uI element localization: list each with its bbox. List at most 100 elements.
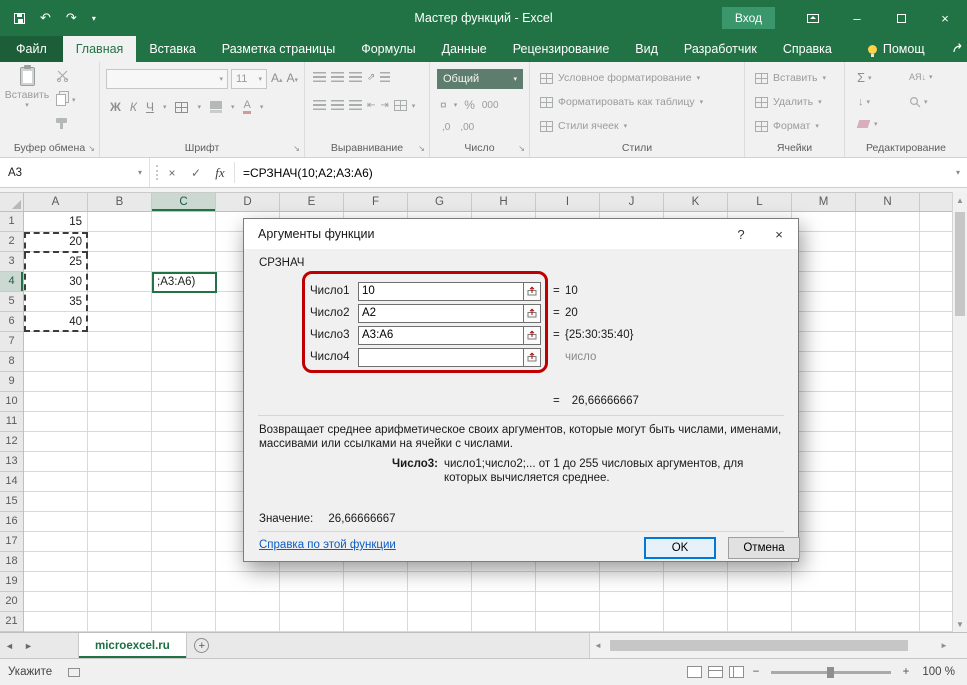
insert-function-icon[interactable]: fx xyxy=(208,158,232,187)
view-page-break-icon[interactable] xyxy=(729,666,744,678)
row-header[interactable]: 8 xyxy=(0,352,23,372)
shrink-font-button[interactable]: А▾ xyxy=(287,71,299,85)
font-color-dropdown-icon[interactable]: ▾ xyxy=(260,103,264,111)
tab-review[interactable]: Рецензирование xyxy=(500,36,623,62)
arg2-input[interactable] xyxy=(358,304,524,323)
grow-font-button[interactable]: А▴ xyxy=(271,71,283,85)
maximize-button[interactable] xyxy=(879,0,923,36)
borders-icon[interactable] xyxy=(175,102,188,113)
conditional-formatting-button[interactable]: Условное форматирование ▾ xyxy=(540,72,700,84)
column-header-j[interactable]: J xyxy=(600,193,664,211)
row-header[interactable]: 16 xyxy=(0,512,23,532)
row-header[interactable]: 17 xyxy=(0,532,23,552)
format-painter-button[interactable] xyxy=(56,118,67,123)
increase-decimal-icon[interactable]: ,0 xyxy=(442,122,450,133)
arg3-collapse-dialog-icon[interactable] xyxy=(524,326,541,345)
vertical-scrollbar[interactable]: ▲ ▼ xyxy=(952,192,967,632)
arg2-collapse-dialog-icon[interactable] xyxy=(524,304,541,323)
row-header[interactable]: 15 xyxy=(0,492,23,512)
cell-a2[interactable]: 20 xyxy=(24,232,85,252)
align-center-icon[interactable] xyxy=(331,100,344,111)
tab-data[interactable]: Данные xyxy=(429,36,500,62)
font-size-combo[interactable]: 11 ▾ xyxy=(231,69,267,89)
align-bottom-icon[interactable] xyxy=(349,72,362,83)
tell-me-box[interactable]: Помощ xyxy=(855,36,938,62)
row-header[interactable]: 4 xyxy=(0,272,23,292)
formula-bar-grip[interactable] xyxy=(152,165,158,180)
sheet-nav-left-icon[interactable]: ◄ xyxy=(0,633,19,658)
sheet-tab-active[interactable]: microexcel.ru xyxy=(78,633,187,658)
increase-indent-icon[interactable]: ⇥ xyxy=(380,100,388,111)
scroll-right-icon[interactable]: ► xyxy=(936,641,952,650)
row-header[interactable]: 3 xyxy=(0,252,23,272)
name-box[interactable]: A3 ▾ xyxy=(0,158,150,187)
tab-home[interactable]: Главная xyxy=(63,36,137,62)
scroll-up-icon[interactable]: ▲ xyxy=(953,192,967,208)
zoom-slider-thumb[interactable] xyxy=(827,667,834,678)
cell-a3[interactable]: 25 xyxy=(24,252,85,272)
bold-button[interactable]: Ж xyxy=(110,100,121,114)
redo-icon[interactable]: ↷ xyxy=(66,10,77,26)
font-dialog-launcher-icon[interactable]: ↘ xyxy=(293,144,300,153)
row-header[interactable]: 7 xyxy=(0,332,23,352)
tab-view[interactable]: Вид xyxy=(622,36,671,62)
arg4-input[interactable] xyxy=(358,348,524,367)
row-header[interactable]: 10 xyxy=(0,392,23,412)
underline-dropdown-icon[interactable]: ▾ xyxy=(163,103,167,111)
align-top-icon[interactable] xyxy=(313,72,326,83)
formula-input[interactable]: =СРЗНАЧ(10;A2;A3:A6) xyxy=(237,158,949,187)
column-header-g[interactable]: G xyxy=(408,193,472,211)
share-button[interactable]: Поделиться xyxy=(938,36,967,62)
horizontal-scroll-track[interactable] xyxy=(608,640,934,651)
format-cells-button[interactable]: Формат ▾ xyxy=(755,120,819,132)
ribbon-display-options-icon[interactable] xyxy=(791,0,835,36)
row-header[interactable]: 9 xyxy=(0,372,23,392)
cell-styles-button[interactable]: Стили ячеек ▾ xyxy=(540,120,627,132)
italic-button[interactable]: К xyxy=(130,100,137,114)
column-header-h[interactable]: H xyxy=(472,193,536,211)
add-sheet-button[interactable]: + xyxy=(187,633,217,658)
formula-bar-expand-icon[interactable]: ▾ xyxy=(949,158,967,187)
arg3-input[interactable] xyxy=(358,326,524,345)
font-color-icon[interactable]: А xyxy=(243,100,250,114)
decrease-indent-icon[interactable]: ⇤ xyxy=(367,100,375,111)
tab-formulas[interactable]: Формулы xyxy=(348,36,428,62)
column-header-f[interactable]: F xyxy=(344,193,408,211)
row-header[interactable]: 19 xyxy=(0,572,23,592)
zoom-level[interactable]: 100 % xyxy=(915,666,967,678)
save-icon[interactable] xyxy=(14,13,25,24)
cell-a1[interactable]: 15 xyxy=(24,212,85,232)
column-header-i[interactable]: I xyxy=(536,193,600,211)
horizontal-scroll-thumb[interactable] xyxy=(610,640,908,651)
name-box-dropdown-icon[interactable]: ▾ xyxy=(131,168,149,177)
view-normal-icon[interactable] xyxy=(687,666,702,678)
column-header-d[interactable]: D xyxy=(216,193,280,211)
ok-button[interactable]: OK xyxy=(644,537,716,559)
accounting-dropdown-icon[interactable]: ▾ xyxy=(454,101,458,109)
percent-style-icon[interactable]: % xyxy=(464,98,475,112)
insert-cells-button[interactable]: Вставить ▾ xyxy=(755,72,826,84)
function-help-link[interactable]: Справка по этой функции xyxy=(259,539,396,551)
row-header[interactable]: 2 xyxy=(0,232,23,252)
clear-button[interactable]: ▾ xyxy=(858,120,878,128)
tab-page-layout[interactable]: Разметка страницы xyxy=(209,36,348,62)
fill-color-icon[interactable] xyxy=(210,101,222,109)
cell-a5[interactable]: 35 xyxy=(24,292,85,312)
column-header-m[interactable]: M xyxy=(792,193,856,211)
arg4-collapse-dialog-icon[interactable] xyxy=(524,348,541,367)
scroll-left-icon[interactable]: ◄ xyxy=(590,641,606,650)
alignment-dialog-launcher-icon[interactable]: ↘ xyxy=(418,144,425,153)
merge-center-icon[interactable] xyxy=(394,100,407,111)
delete-cells-button[interactable]: Удалить ▾ xyxy=(755,96,822,108)
cell-a6[interactable]: 40 xyxy=(24,312,85,332)
tab-help[interactable]: Справка xyxy=(770,36,845,62)
row-header[interactable]: 6 xyxy=(0,312,23,332)
cancel-entry-icon[interactable]: × xyxy=(160,158,184,187)
clipboard-dialog-launcher-icon[interactable]: ↘ xyxy=(88,144,95,153)
row-header[interactable]: 12 xyxy=(0,432,23,452)
dialog-help-icon[interactable]: ? xyxy=(722,219,760,249)
accounting-format-icon[interactable]: ¤ xyxy=(440,98,447,112)
tab-insert[interactable]: Вставка xyxy=(136,36,208,62)
row-header[interactable]: 18 xyxy=(0,552,23,572)
tab-developer[interactable]: Разработчик xyxy=(671,36,770,62)
